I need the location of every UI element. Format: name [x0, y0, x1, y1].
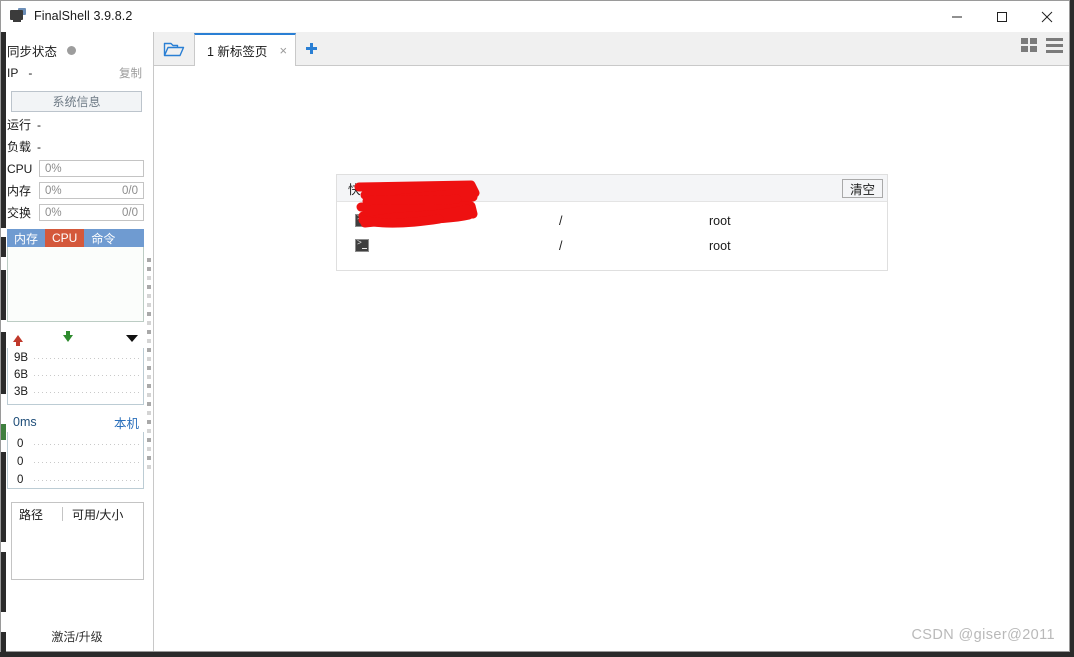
sync-status-label: 同步状态	[7, 44, 58, 59]
folder-open-icon[interactable]	[154, 32, 194, 65]
uptime-label: 运行	[7, 118, 32, 132]
close-button[interactable]	[1024, 1, 1069, 32]
uptime-row: 运行 -	[7, 115, 148, 134]
process-list[interactable]	[7, 247, 144, 322]
cpu-meter-percent: 0%	[45, 162, 62, 175]
title-bar: FinalShell 3.9.8.2	[1, 1, 1069, 32]
network-y-label-1: 9B	[14, 352, 29, 364]
quick-connect-header: 快速连接 清空	[337, 175, 887, 202]
sidebar-edge-grip[interactable]	[1, 32, 6, 657]
watermark: CSDN @giser@2011	[911, 627, 1055, 643]
terminal-icon	[355, 239, 369, 252]
terminal-icon	[355, 214, 369, 227]
latency-y-label-3: 0	[17, 474, 24, 486]
uptime-value: -	[37, 117, 42, 132]
monitor-icon	[10, 8, 26, 24]
list-view-icon[interactable]	[1046, 38, 1063, 58]
activate-upgrade-link[interactable]: 激活/升级	[1, 628, 153, 645]
workspace: 快速连接 清空 / root	[154, 66, 1069, 651]
network-graph: 9B 6B 3B	[7, 348, 144, 405]
copy-ip-button[interactable]: 复制	[119, 65, 142, 81]
window-controls	[934, 1, 1069, 32]
latency-value: 0ms	[13, 415, 37, 429]
tab-command[interactable]: 命令	[84, 229, 123, 247]
latency-target-link[interactable]: 本机	[114, 413, 139, 432]
right-pane: 1 新标签页 × 快速连接 清空 > / root > / root CSDN …	[154, 32, 1069, 651]
desktop-right-edge	[1070, 0, 1074, 657]
maximize-button[interactable]	[979, 1, 1024, 32]
swap-meter-label: 交换	[7, 206, 32, 220]
latency-y-label-1: 0	[17, 438, 24, 450]
desktop-bottom-edge	[0, 652, 1074, 657]
close-icon[interactable]: ×	[279, 44, 287, 57]
arrow-down-icon	[63, 330, 73, 342]
disk-table-header: 路径 可用/大小	[12, 503, 143, 525]
swap-meter: 0% 0/0	[39, 204, 144, 221]
swap-meter-row: 交换 0% 0/0	[7, 203, 148, 222]
tab-new-tab-label: 1 新标签页	[207, 45, 268, 59]
ip-row: IP - 复制	[7, 62, 148, 84]
network-y-label-3: 3B	[14, 386, 29, 398]
cpu-meter-label: CPU	[7, 161, 33, 176]
disk-col-usage: 可用/大小	[72, 507, 124, 522]
tab-memory[interactable]: 内存	[7, 229, 46, 247]
sync-status-row: 同步状态	[7, 38, 148, 62]
connection-user: root	[709, 238, 731, 253]
chevron-down-icon[interactable]	[126, 334, 138, 342]
view-toggle-group	[1021, 38, 1063, 58]
network-y-label-2: 6B	[14, 369, 29, 381]
memory-meter-percent: 0%	[45, 184, 62, 197]
clear-button[interactable]: 清空	[841, 178, 883, 198]
connection-user: root	[709, 213, 731, 228]
quick-connect-panel: 快速连接 清空 / root	[336, 174, 888, 271]
cpu-meter-row: CPU 0%	[7, 159, 148, 178]
connection-path: /	[559, 213, 563, 228]
quick-connect-list: / root / root	[337, 180, 887, 270]
screen-root: FinalShell 3.9.8.2 同步状态 IP - 复制 系统信息 运行 …	[0, 0, 1074, 657]
swap-meter-percent: 0%	[45, 206, 62, 219]
connection-path: /	[559, 238, 563, 253]
load-value: -	[37, 139, 42, 154]
tab-bar: 1 新标签页 ×	[154, 32, 1069, 66]
load-row: 负载 -	[7, 137, 148, 156]
memory-meter-label: 内存	[7, 184, 32, 198]
arrow-up-icon	[13, 334, 23, 346]
grid-view-icon[interactable]	[1021, 38, 1038, 58]
list-item[interactable]: / root	[337, 208, 887, 233]
latency-graph: 0 0 0	[7, 432, 144, 489]
network-graph-header	[7, 328, 144, 348]
minimize-button[interactable]	[934, 1, 979, 32]
left-sidebar: 同步状态 IP - 复制 系统信息 运行 - 负载 - CPU 0% 内存 0%…	[1, 32, 154, 657]
cpu-meter: 0%	[39, 160, 144, 177]
finalshell-window: FinalShell 3.9.8.2 同步状态 IP - 复制 系统信息 运行 …	[0, 0, 1070, 657]
memory-meter: 0% 0/0	[39, 182, 144, 199]
plus-icon[interactable]	[296, 32, 326, 65]
memory-meter-row: 内存 0% 0/0	[7, 181, 148, 200]
sync-status-indicator-icon	[67, 45, 77, 55]
disk-table[interactable]: 路径 可用/大小	[11, 502, 144, 580]
tab-cpu[interactable]: CPU	[45, 229, 85, 247]
system-info-button[interactable]: 系统信息	[11, 91, 142, 112]
load-label: 负载	[7, 140, 32, 154]
process-tabs: 内存 CPU 命令	[7, 229, 144, 247]
latency-y-label-2: 0	[17, 456, 24, 468]
disk-col-path: 路径	[19, 507, 44, 522]
sidebar-content: 同步状态 IP - 复制 系统信息 运行 - 负载 - CPU 0% 内存 0%…	[1, 32, 153, 580]
swap-meter-total: 0/0	[122, 206, 138, 219]
ip-value: -	[28, 66, 33, 80]
window-title: FinalShell 3.9.8.2	[34, 9, 133, 23]
latency-header: 0ms 本机	[7, 412, 144, 432]
tab-new-tab[interactable]: 1 新标签页 ×	[194, 33, 297, 66]
list-item[interactable]: / root	[337, 233, 887, 258]
quick-connect-title: 快速连接	[348, 182, 399, 197]
memory-meter-total: 0/0	[122, 184, 138, 197]
ip-label: IP	[7, 66, 19, 80]
sidebar-scrollbar[interactable]	[145, 258, 152, 498]
window-body: 同步状态 IP - 复制 系统信息 运行 - 负载 - CPU 0% 内存 0%…	[1, 32, 1069, 657]
